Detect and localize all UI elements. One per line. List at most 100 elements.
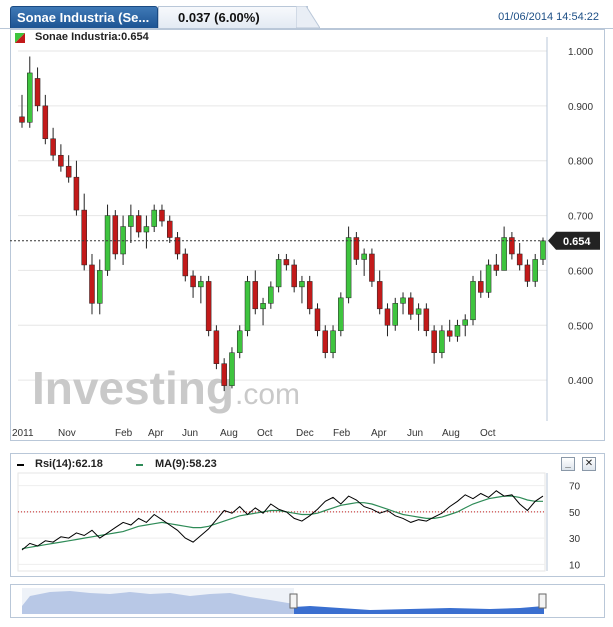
candle[interactable] bbox=[275, 253, 282, 293]
candle-body bbox=[516, 253, 523, 266]
candle[interactable] bbox=[462, 314, 468, 337]
candle[interactable] bbox=[128, 204, 134, 243]
watermark-brand: Investing bbox=[32, 362, 234, 414]
candle[interactable] bbox=[120, 215, 126, 265]
candle[interactable] bbox=[353, 232, 360, 265]
candle[interactable] bbox=[392, 297, 399, 331]
candle-body bbox=[446, 330, 453, 337]
candle[interactable] bbox=[400, 292, 406, 315]
candle[interactable] bbox=[151, 204, 157, 233]
candle[interactable] bbox=[338, 292, 344, 337]
watermark-suffix: .com bbox=[235, 378, 300, 411]
candle-body bbox=[50, 138, 56, 156]
navigator-left-handle[interactable] bbox=[289, 593, 298, 609]
candle[interactable] bbox=[143, 215, 150, 249]
candle[interactable] bbox=[540, 237, 546, 265]
candle-body bbox=[120, 226, 126, 255]
price-change: 0.037 (6.00%) bbox=[178, 10, 260, 25]
candle-body bbox=[42, 105, 49, 140]
navigator-right-handle[interactable] bbox=[538, 593, 547, 609]
candle[interactable] bbox=[283, 253, 290, 271]
candle-body bbox=[485, 264, 492, 293]
candle[interactable] bbox=[516, 243, 523, 271]
candle[interactable] bbox=[446, 319, 453, 342]
candle[interactable] bbox=[485, 259, 492, 298]
rsi-tick-label: 70 bbox=[569, 482, 581, 493]
candle[interactable] bbox=[314, 303, 321, 337]
candle[interactable] bbox=[299, 275, 305, 304]
candle[interactable] bbox=[330, 325, 336, 359]
candle[interactable] bbox=[182, 248, 189, 282]
candle[interactable] bbox=[423, 303, 430, 337]
candle[interactable] bbox=[454, 319, 461, 342]
candle[interactable] bbox=[34, 67, 41, 112]
candle-body bbox=[540, 240, 546, 260]
ma-line bbox=[21, 495, 543, 550]
candle[interactable] bbox=[439, 325, 445, 359]
candle[interactable] bbox=[166, 215, 173, 243]
candle[interactable] bbox=[81, 193, 87, 271]
candle[interactable] bbox=[112, 210, 119, 260]
candle[interactable] bbox=[19, 94, 25, 128]
candle[interactable] bbox=[213, 325, 220, 370]
candle[interactable] bbox=[229, 347, 235, 389]
candle[interactable] bbox=[384, 303, 391, 337]
candle[interactable] bbox=[174, 232, 181, 260]
candle[interactable] bbox=[50, 127, 56, 161]
candle[interactable] bbox=[431, 325, 437, 364]
candle[interactable] bbox=[89, 253, 95, 315]
price-chart[interactable]: Investing .com 0.654 1.000 0.900 0.800 0.70… bbox=[10, 29, 605, 441]
price-tick-label: 0.900 bbox=[568, 102, 593, 113]
candle[interactable] bbox=[65, 155, 72, 183]
candle[interactable] bbox=[415, 303, 422, 331]
candle[interactable] bbox=[236, 325, 243, 359]
candle-body bbox=[338, 297, 344, 332]
quote-tab-edge bbox=[296, 6, 320, 28]
candle-body bbox=[205, 281, 212, 332]
last-price-label: 0.654 bbox=[563, 236, 591, 248]
time-tick-label: Oct bbox=[480, 428, 496, 439]
candle[interactable] bbox=[361, 248, 367, 276]
candle[interactable] bbox=[524, 259, 531, 287]
candle[interactable] bbox=[268, 281, 274, 309]
rsi-chart[interactable]: 70 50 30 10 bbox=[10, 453, 605, 577]
candle[interactable] bbox=[322, 325, 329, 359]
candle[interactable] bbox=[244, 275, 251, 337]
time-tick-label: Dec bbox=[296, 428, 314, 439]
candle[interactable] bbox=[369, 248, 375, 287]
time-tick-label: Feb bbox=[115, 428, 133, 439]
candle[interactable] bbox=[532, 253, 538, 287]
candle[interactable] bbox=[493, 253, 500, 276]
candle-body bbox=[345, 237, 352, 299]
candle[interactable] bbox=[252, 270, 259, 315]
instrument-title-tab[interactable]: Sonae Industria (Se... bbox=[10, 6, 158, 28]
candle[interactable] bbox=[291, 259, 297, 293]
candle[interactable] bbox=[73, 160, 80, 216]
navigator[interactable] bbox=[10, 584, 605, 618]
candle[interactable] bbox=[478, 270, 484, 298]
candle[interactable] bbox=[376, 270, 383, 315]
candle[interactable] bbox=[501, 226, 507, 271]
candle[interactable] bbox=[27, 56, 33, 128]
candle[interactable] bbox=[345, 226, 352, 304]
candle[interactable] bbox=[205, 275, 212, 337]
candle[interactable] bbox=[470, 275, 476, 326]
candle-body bbox=[260, 303, 266, 310]
candle[interactable] bbox=[58, 144, 64, 172]
candle[interactable] bbox=[198, 275, 204, 304]
candle-body bbox=[244, 281, 251, 332]
candle[interactable] bbox=[260, 297, 266, 326]
time-tick-label: 2011 bbox=[12, 428, 34, 439]
candle[interactable] bbox=[408, 292, 414, 320]
candle[interactable] bbox=[42, 94, 49, 145]
candle[interactable] bbox=[135, 210, 142, 238]
candle[interactable] bbox=[306, 275, 313, 315]
candle[interactable] bbox=[159, 204, 165, 227]
candle[interactable] bbox=[190, 270, 196, 298]
candle[interactable] bbox=[509, 232, 515, 260]
candle-body bbox=[376, 281, 383, 310]
candle-body bbox=[135, 215, 142, 233]
time-tick-label: Feb bbox=[333, 428, 351, 439]
time-tick-label: Apr bbox=[148, 428, 164, 439]
candle[interactable] bbox=[97, 259, 103, 315]
